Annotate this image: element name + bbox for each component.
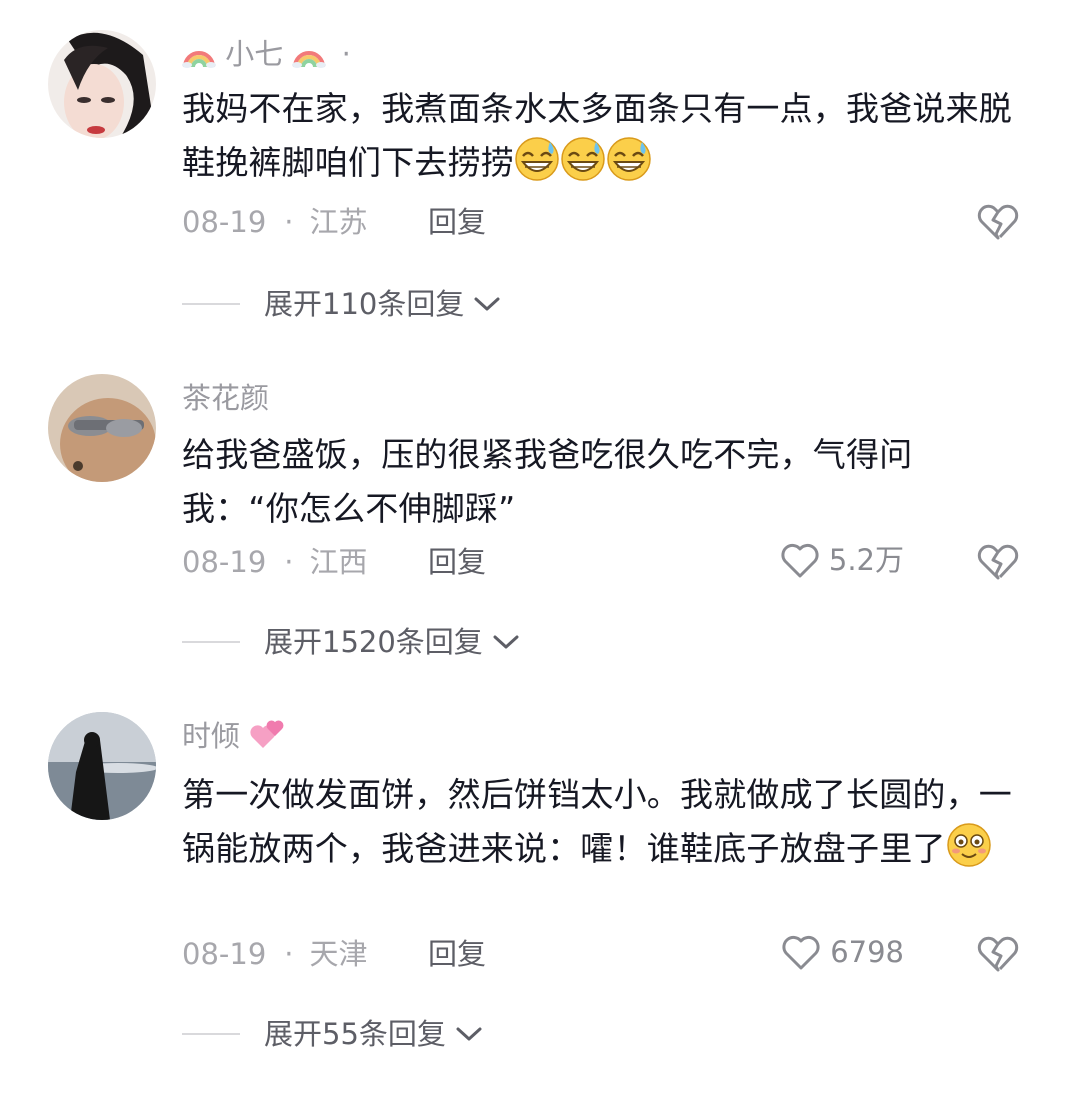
expand-replies-button[interactable]: 展开1520条回复 — [182, 624, 521, 660]
comment-item: 时倾 第一次做发面饼，然后饼铛太小。我就做成了长圆的，一锅能放两个，我爸进来说：… — [0, 690, 1080, 1099]
like-button[interactable]: 5.2万 — [779, 540, 904, 580]
grinning-sweat-emoji — [514, 136, 560, 182]
meta-separator: · — [284, 545, 294, 579]
chevron-down-icon — [456, 1027, 482, 1041]
grinning-sweat-emoji — [606, 136, 652, 182]
chevron-down-icon — [474, 297, 500, 311]
dislike-button[interactable] — [976, 932, 1020, 974]
divider — [182, 303, 240, 305]
avatar-image — [48, 712, 156, 820]
expand-replies-button[interactable]: 展开55条回复 — [182, 1016, 484, 1052]
comment-text: 第一次做发面饼，然后饼铛太小。我就做成了长圆的，一锅能放两个，我爸进来说：嚯！谁… — [182, 768, 1022, 876]
avatar-image — [48, 374, 156, 482]
username[interactable]: 小七 · — [182, 36, 351, 76]
reply-button[interactable]: 回复 — [428, 204, 486, 240]
comment-item: 茶花颜 给我爸盛饭，压的很紧我爸吃很久吃不完，气得问我：“你怎么不伸脚踩” 08… — [0, 340, 1080, 690]
comment-location: 天津 — [309, 937, 368, 971]
heart-icon — [781, 543, 819, 578]
divider — [182, 641, 240, 643]
rainbow-icon — [292, 40, 327, 76]
broken-heart-icon — [977, 204, 1019, 240]
avatar[interactable] — [48, 30, 156, 138]
grinning-sweat-emoji — [560, 136, 606, 182]
expand-replies-button[interactable]: 展开110条回复 — [182, 286, 502, 322]
username-dot: · — [341, 37, 351, 71]
comment-location: 江西 — [309, 545, 368, 579]
divider — [182, 1033, 240, 1035]
two-hearts-icon — [249, 718, 285, 760]
username[interactable]: 茶花颜 — [182, 380, 269, 416]
username-text: 时倾 — [182, 719, 241, 753]
username[interactable]: 时倾 — [182, 718, 285, 760]
meta-separator: · — [284, 205, 294, 239]
like-count: 6798 — [830, 935, 904, 969]
avatar[interactable] — [48, 712, 156, 820]
avatar-image — [48, 30, 156, 138]
reply-button[interactable]: 回复 — [428, 936, 486, 972]
broken-heart-icon — [977, 936, 1019, 972]
like-count: 5.2万 — [828, 543, 904, 577]
dislike-button[interactable] — [976, 540, 1020, 582]
meta-separator: · — [284, 937, 294, 971]
username-text: 小七 — [225, 37, 284, 71]
comment-date: 08-19 — [182, 205, 267, 239]
expand-replies-label: 展开55条回复 — [264, 1017, 446, 1051]
comment-text-content: 第一次做发面饼，然后饼铛太小。我就做成了长圆的，一锅能放两个，我爸进来说：嚯！谁… — [182, 775, 1012, 868]
chevron-down-icon — [493, 635, 519, 649]
rainbow-icon — [182, 40, 216, 76]
reply-button[interactable]: 回复 — [428, 544, 486, 580]
expand-replies-label: 展开1520条回复 — [264, 625, 483, 659]
comment-text: 给我爸盛饭，压的很紧我爸吃很久吃不完，气得问我：“你怎么不伸脚踩” — [182, 435, 913, 528]
broken-heart-icon — [977, 544, 1019, 580]
avatar[interactable] — [48, 374, 156, 482]
comment-date: 08-19 — [182, 937, 267, 971]
heart-icon — [782, 935, 820, 970]
expand-replies-label: 展开110条回复 — [264, 287, 465, 321]
comment-text: 我妈不在家，我煮面条水太多面条只有一点，我爸说来脱鞋挽裤脚咱们下去捞捞 — [182, 82, 1022, 190]
comment-meta: 08-19 · 江西 — [182, 544, 368, 580]
flushed-smile-emoji — [946, 822, 992, 868]
comment-meta: 08-19 · 天津 — [182, 936, 368, 972]
comment-date: 08-19 — [182, 545, 267, 579]
dislike-button[interactable] — [976, 200, 1020, 242]
comment-meta: 08-19 · 江苏 — [182, 204, 368, 240]
like-button[interactable]: 6798 — [780, 932, 904, 972]
comment-item: 小七 · 我妈不在家，我煮面条水太多面条只有一点，我爸说来脱鞋挽裤脚咱们下去捞捞… — [0, 0, 1080, 340]
comment-location: 江苏 — [309, 205, 368, 239]
